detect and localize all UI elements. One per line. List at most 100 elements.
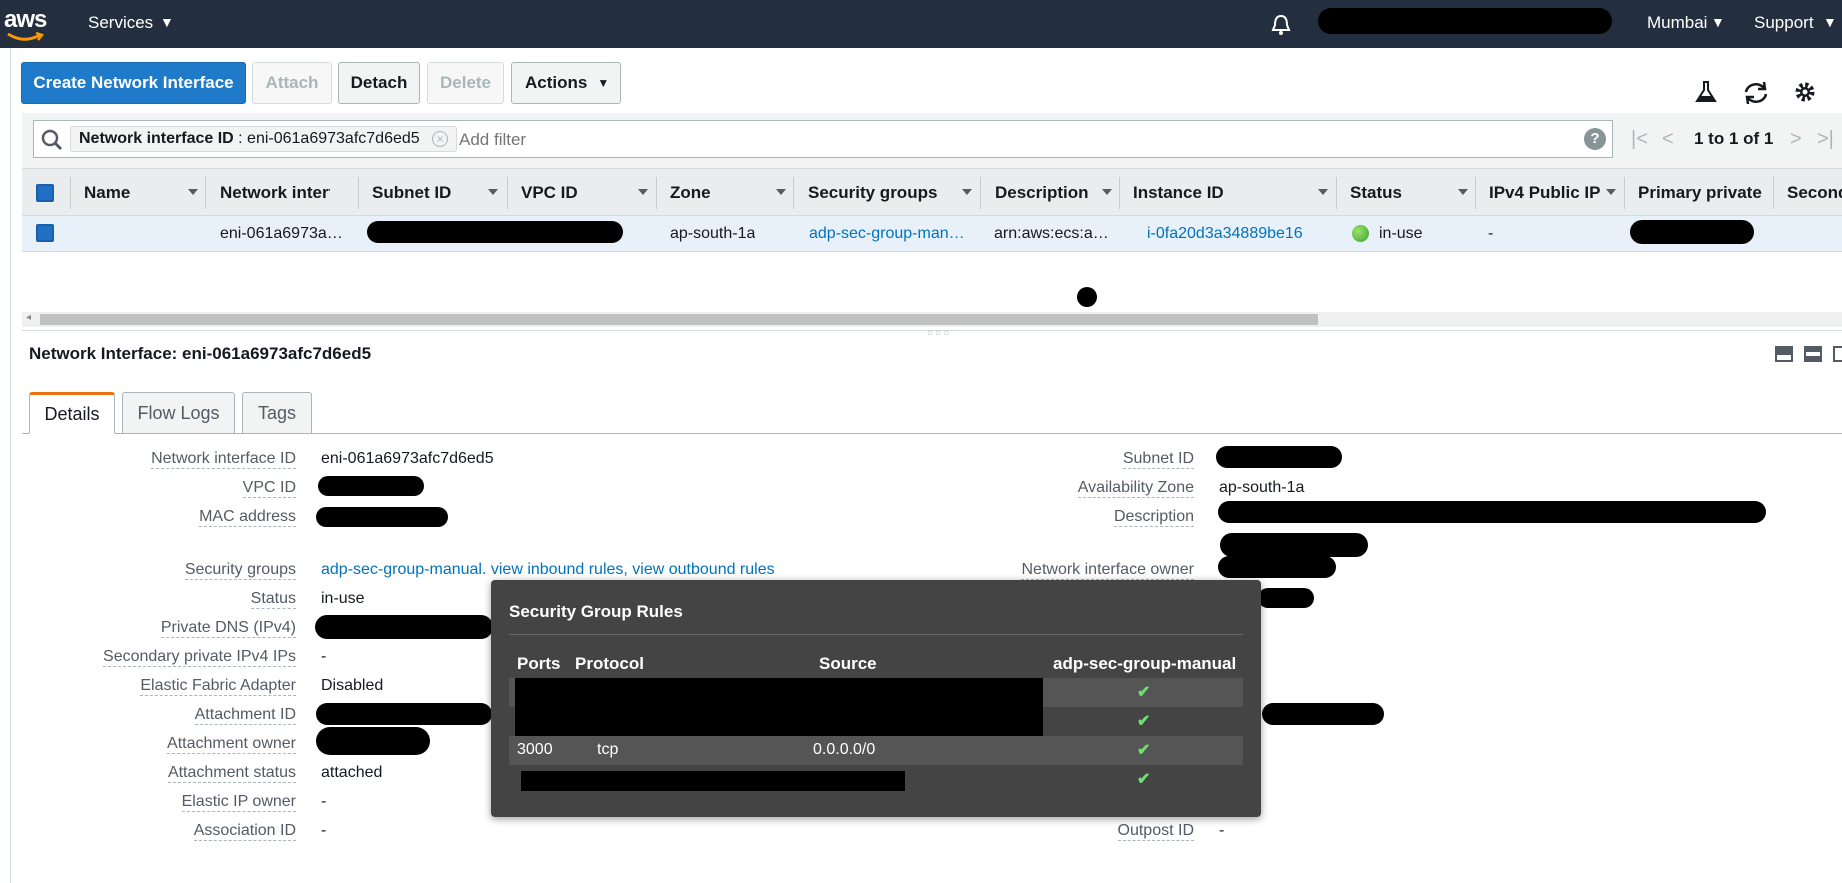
col-instance-id[interactable]: Instance ID: [1133, 183, 1224, 203]
sort-ipv4-icon[interactable]: [1606, 189, 1616, 195]
aws-smile-icon: [7, 32, 44, 41]
horizontal-scrollbar[interactable]: ◂: [22, 312, 1842, 327]
row-instance-id-link[interactable]: i-0fa20d3a34889be16: [1147, 225, 1303, 243]
label-subnet-id: Subnet ID: [1122, 450, 1194, 469]
detach-button[interactable]: Detach: [338, 62, 420, 104]
resize-handle-icon[interactable]: ○○○: [927, 328, 951, 339]
redacted-popup-rules: [515, 678, 1043, 736]
popup-col-ports: Ports: [517, 654, 561, 673]
pane-layout-bottom-icon[interactable]: [1775, 346, 1793, 362]
left-edge: [10, 48, 11, 883]
redacted-attachment-owner: [316, 727, 430, 755]
popup-check-icon: ✔: [1137, 771, 1151, 788]
label-association-id: Association ID: [193, 822, 296, 841]
label-elastic-fabric-adapter: Elastic Fabric Adapter: [140, 677, 296, 696]
services-caret-icon: ▼: [160, 14, 174, 30]
redacted-requester: [1258, 588, 1314, 608]
redaction-dot: [1077, 287, 1097, 307]
value-network-interface-id: eni-061a6973afc7d6ed5: [321, 450, 494, 467]
col-network-interface[interactable]: Network interfâ: [220, 183, 330, 203]
region-menu[interactable]: Mumbai: [1647, 13, 1707, 33]
redacted-private-dns: [315, 615, 493, 639]
redacted-description-line2: [1220, 533, 1368, 557]
refresh-icon[interactable]: [1742, 80, 1770, 106]
popup-col-protocol: Protocol: [575, 654, 644, 673]
tab-flow-logs[interactable]: Flow Logs: [122, 392, 235, 434]
support-menu[interactable]: Support: [1754, 13, 1814, 33]
label-attachment-id: Attachment ID: [194, 706, 296, 725]
redacted-instance-owner: [1262, 703, 1384, 725]
prev-page-icon[interactable]: <: [1662, 128, 1674, 151]
col-description[interactable]: Description: [995, 183, 1089, 203]
row-checkbox[interactable]: [36, 224, 54, 242]
col-name[interactable]: Name: [84, 183, 130, 203]
value-secondary-private-ips: -: [321, 648, 327, 665]
actions-caret-icon: ▼: [597, 76, 610, 90]
pane-layout-middle-icon[interactable]: [1804, 346, 1822, 362]
next-page-icon[interactable]: >: [1790, 128, 1802, 151]
row-security-groups-link[interactable]: adp-sec-group-man…: [809, 225, 969, 243]
view-inbound-rules-link[interactable]: view inbound rules,: [491, 561, 628, 578]
flask-icon[interactable]: [1694, 80, 1718, 104]
support-caret-icon: ▼: [1823, 14, 1837, 30]
scrollbar-thumb[interactable]: [40, 314, 1318, 325]
redacted-vpc-id: [318, 476, 424, 496]
search-filter-bar[interactable]: Network interface ID : eni-061a6973afc7d…: [33, 120, 1613, 158]
row-zone: ap-south-1a: [670, 225, 756, 242]
create-network-interface-button[interactable]: Create Network Interface: [21, 62, 246, 104]
services-menu[interactable]: Services: [88, 13, 153, 33]
col-zone[interactable]: Zone: [670, 183, 711, 203]
top-nav-bar: aws Services ▼ Mumbai ▼ Support ▼: [0, 0, 1842, 48]
label-network-interface-owner: Network interface owner: [1021, 561, 1194, 580]
last-page-icon[interactable]: >|: [1817, 128, 1834, 151]
actions-button[interactable]: Actions ▼: [511, 62, 621, 104]
first-page-icon[interactable]: |<: [1631, 128, 1648, 151]
remove-filter-icon[interactable]: ×: [432, 131, 449, 147]
table-row[interactable]: eni-061a6973a… ap-south-1a adp-sec-group…: [22, 216, 1842, 252]
col-ipv4-public-ip[interactable]: IPv4 Public IP: [1489, 183, 1601, 203]
delete-button[interactable]: Delete: [427, 62, 504, 104]
security-group-link[interactable]: adp-sec-group-manual.: [321, 561, 486, 578]
filter-chip-key: Network interface ID: [79, 130, 234, 147]
row-ipv4-public: -: [1488, 225, 1494, 242]
sort-vpc-icon[interactable]: [638, 189, 648, 195]
attach-button[interactable]: Attach: [252, 62, 332, 104]
col-vpc-id[interactable]: VPC ID: [521, 183, 578, 203]
value-outpost-id: -: [1219, 822, 1225, 839]
tab-details[interactable]: Details: [29, 392, 115, 434]
sort-zone-icon[interactable]: [776, 189, 786, 195]
sort-status-icon[interactable]: [1458, 189, 1468, 195]
popup-rule-row: 3000 tcp 0.0.0.0/0 ✔: [509, 736, 1243, 765]
sort-subnet-icon[interactable]: [488, 189, 498, 195]
tab-tags[interactable]: Tags: [242, 392, 312, 434]
label-secondary-private-ips: Secondary private IPv4 IPs: [103, 648, 296, 667]
col-status[interactable]: Status: [1350, 183, 1402, 203]
filter-chip-value: : eni-061a6973afc7d6ed5: [233, 130, 420, 147]
aws-logo[interactable]: aws: [4, 6, 47, 34]
sort-security-groups-icon[interactable]: [962, 189, 972, 195]
col-secondary[interactable]: Second: [1787, 183, 1842, 203]
col-security-groups[interactable]: Security groups: [808, 183, 937, 203]
popup-rule-row: ✔: [509, 765, 1243, 794]
pane-layout-side-icon[interactable]: [1833, 346, 1842, 362]
sort-name-icon[interactable]: [188, 189, 198, 195]
pagination-label: 1 to 1 of 1: [1694, 129, 1774, 148]
add-filter-input[interactable]: [459, 128, 1559, 152]
region-caret-icon: ▼: [1711, 14, 1725, 30]
col-primary-private[interactable]: Primary private: [1638, 183, 1762, 203]
popup-row-ports: 3000: [517, 741, 553, 758]
sort-description-icon[interactable]: [1102, 189, 1112, 195]
row-status: in-use: [1379, 225, 1423, 242]
settings-gear-icon[interactable]: [1793, 80, 1817, 104]
value-attachment-status: attached: [321, 764, 383, 781]
redacted-subnet-id: [1216, 446, 1342, 468]
bell-icon[interactable]: [1271, 14, 1291, 36]
help-icon[interactable]: ?: [1584, 128, 1606, 150]
label-outpost-id: Outpost ID: [1117, 822, 1194, 841]
col-subnet-id[interactable]: Subnet ID: [372, 183, 451, 203]
filter-chip[interactable]: Network interface ID : eni-061a6973afc7d…: [70, 126, 458, 152]
select-all-checkbox[interactable]: [36, 184, 54, 202]
sort-instance-icon[interactable]: [1318, 189, 1328, 195]
view-outbound-rules-link[interactable]: view outbound rules: [632, 561, 774, 578]
label-mac-address: MAC address: [199, 508, 296, 527]
